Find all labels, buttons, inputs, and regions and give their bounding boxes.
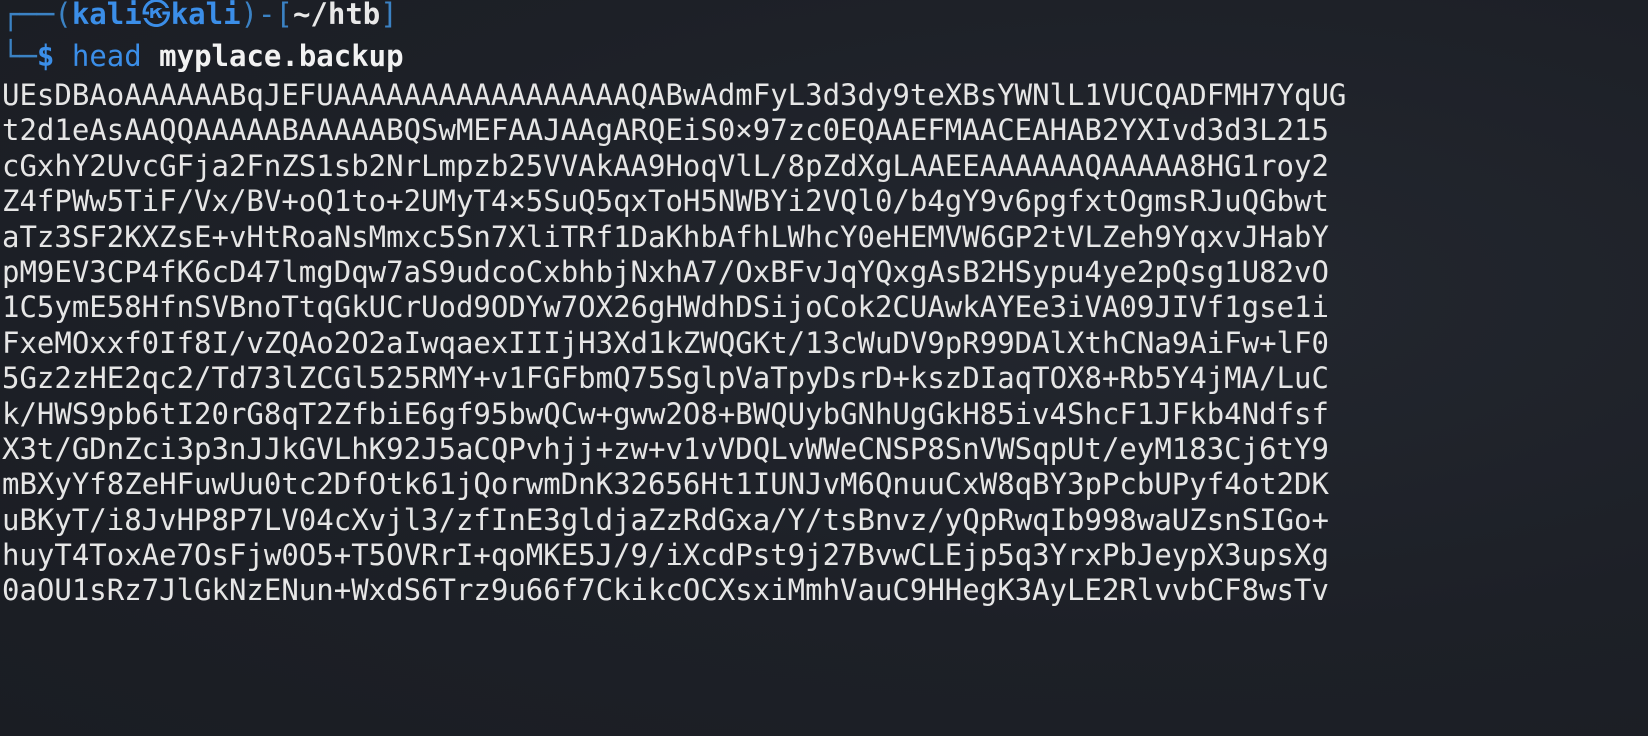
output-line: mBXyYf8ZeHFuwUu0tc2DfOtk61jQorwmDnK32656…: [2, 467, 1329, 502]
prompt-host: kali: [170, 0, 241, 31]
terminal-window[interactable]: ┌──(kali㉿kali)-[~/htb] └─$ head myplace.…: [0, 0, 1648, 736]
prompt-user: kali: [71, 0, 142, 31]
command-line[interactable]: └─$ head myplace.backup: [2, 36, 404, 76]
prompt-separator: )-[: [240, 0, 293, 31]
output-line: 0aOU1sRz7JlGkNzENun+WxdS6Trz9u66f7CkikcO…: [2, 573, 1329, 608]
output-line: X3t/GDnZci3p3nJJkGVLhK92J5aCQPvhjj+zw+v1…: [2, 431, 1329, 466]
output-line: aTz3SF2KXZsE+vHtRoaNsMmxc5Sn7XliTRf1DaKh…: [2, 219, 1329, 254]
prompt-cwd: ~/htb: [292, 0, 381, 31]
command-output: UEsDBAoAAAAAABqJEFUAAAAAAAAAAAAAAAAAQABw…: [2, 78, 1346, 609]
output-line: cGxhY2UvcGFja2FnZS1sb2NrLmpzb25VVAkAA9Ho…: [2, 148, 1329, 183]
output-line: 1C5ymE58HfnSVBnoTtqGkUCrUod9ODYw7OX26gHW…: [2, 290, 1329, 325]
prompt-corner-bottom: └─: [2, 39, 37, 73]
command-argument: myplace.backup: [159, 39, 404, 73]
prompt-dollar: $: [36, 39, 55, 73]
prompt-header: ┌──(kali㉿kali)-[~/htb]: [2, 0, 398, 34]
output-line: UEsDBAoAAAAAABqJEFUAAAAAAAAAAAAAAAAAQABw…: [2, 78, 1347, 112]
output-line: pM9EV3CP4fK6cD47lmgDqw7aS9udcoCxbhbjNxhA…: [2, 254, 1329, 289]
command-name: head: [71, 39, 142, 73]
output-line: FxeMOxxf0If8I/vZQAo2O2aIwqaexIIIjH3Xd1kZ…: [2, 325, 1329, 360]
kali-at-icon: ㉿: [141, 0, 171, 31]
output-line: huyT4ToxAe7OsFjw0O5+T5OVRrI+qoMKE5J/9/iX…: [2, 538, 1329, 573]
output-line: Z4fPWw5TiF/Vx/BV+oQ1to+2UMyT4×5SuQ5qxToH…: [2, 184, 1329, 219]
output-line: uBKyT/i8JvHP8P7LV04cXvjl3/zfInE3gldjaZzR…: [2, 502, 1329, 537]
prompt-close-bracket: ]: [380, 0, 398, 31]
output-line: t2d1eAsAAQQAAAAABAAAAABQSwMEFAAJAAgARQEi…: [2, 113, 1329, 148]
output-line: k/HWS9pb6tI20rG8qT2ZfbiE6gf95bwQCw+gww2O…: [2, 396, 1329, 431]
output-line: 5Gz2zHE2qc2/Td73lZCGl525RMY+v1FGFbmQ75Sg…: [2, 361, 1329, 396]
prompt-corner-top: ┌──(: [2, 0, 72, 31]
